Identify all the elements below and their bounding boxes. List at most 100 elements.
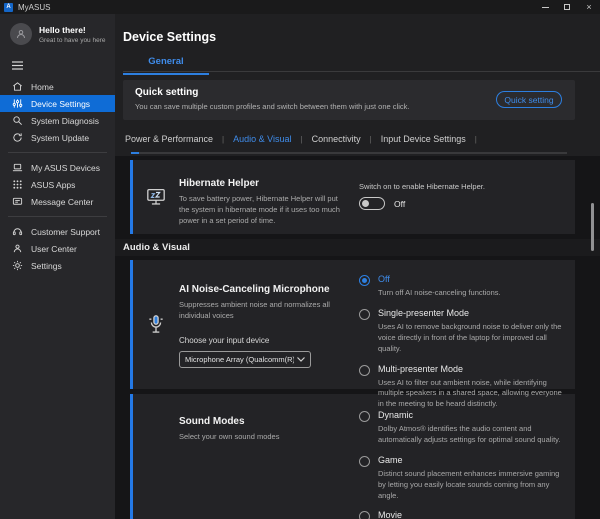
sidebar-item-label: Customer Support <box>31 227 100 237</box>
sidebar-item-label: Device Settings <box>31 99 90 109</box>
tab-pipe: | <box>301 135 303 144</box>
laptop-icon <box>12 162 23 173</box>
radio-label: Off <box>378 274 501 284</box>
asus-logo-icon: A <box>4 3 13 12</box>
minimize-button[interactable] <box>534 0 556 14</box>
radio-icon <box>359 511 370 519</box>
radio-label: Single-presenter Mode <box>378 308 565 318</box>
sidebar-item-label: Message Center <box>31 197 93 207</box>
quick-setting-card: Quick setting You can save multiple cust… <box>123 80 575 120</box>
gear-icon <box>12 260 23 271</box>
hibernate-switch-hint: Switch on to enable Hibernate Helper. <box>359 182 565 191</box>
input-device-dropdown[interactable]: Microphone Array (Qualcomm(R) <box>179 351 311 368</box>
sidebar-item-customer-support[interactable]: Customer Support <box>0 223 115 240</box>
radio-description: Turn off AI noise-canceling functions. <box>378 288 501 299</box>
sidebar-item-settings[interactable]: Settings <box>0 257 115 274</box>
sidebar-item-label: System Diagnosis <box>31 116 99 126</box>
hibernate-helper-card: Hibernate Helper To save battery power, … <box>130 160 575 234</box>
sidebar-item-label: ASUS Apps <box>31 180 75 190</box>
person-icon <box>12 243 23 254</box>
settings-scroll-region: Hibernate Helper To save battery power, … <box>115 156 600 519</box>
input-device-label: Choose your input device <box>179 336 345 345</box>
diagnosis-icon <box>12 115 23 126</box>
sidebar-item-label: My ASUS Devices <box>31 163 100 173</box>
page-title: Device Settings <box>123 30 216 44</box>
sound-option-movie[interactable]: Movie Virtual surround sound and dialogu… <box>359 510 565 519</box>
sidebar-item-label: Settings <box>31 261 62 271</box>
settings-tab-bar: Power & Performance | Audio & Visual | C… <box>123 134 484 144</box>
tab-pipe: | <box>222 135 224 144</box>
sound-option-dynamic[interactable]: Dynamic Dolby Atmos® identifies the audi… <box>359 410 565 446</box>
microphone-icon <box>146 314 166 336</box>
toggle-knob <box>362 200 369 207</box>
sidebar-item-asus-apps[interactable]: ASUS Apps <box>0 176 115 193</box>
vertical-scrollbar-thumb[interactable] <box>591 203 594 251</box>
radio-icon <box>359 365 370 376</box>
radio-description: Uses AI to remove background noise to de… <box>378 322 565 355</box>
headset-icon <box>12 226 23 237</box>
quick-setting-button[interactable]: Quick setting <box>496 91 562 108</box>
sidebar-item-message-center[interactable]: Message Center <box>0 193 115 210</box>
hibernate-description: To save battery power, Hibernate Helper … <box>179 194 345 227</box>
sound-modes-subtitle: Select your own sound modes <box>179 432 345 443</box>
horizontal-scrollbar[interactable] <box>131 152 567 154</box>
sound-modes-title: Sound Modes <box>179 416 345 427</box>
tab-pipe: | <box>370 135 372 144</box>
sound-option-game[interactable]: Game Distinct sound placement enhances i… <box>359 455 565 502</box>
user-profile[interactable]: Hello there! Great to have you here <box>0 14 115 53</box>
radio-label: Game <box>378 455 565 465</box>
radio-label: Movie <box>378 510 565 519</box>
sidebar-item-user-center[interactable]: User Center <box>0 240 115 257</box>
maximize-icon <box>564 4 570 10</box>
hamburger-button[interactable] <box>0 53 30 76</box>
hamburger-icon <box>12 61 23 70</box>
sidebar-item-label: System Update <box>31 133 89 143</box>
hibernate-title: Hibernate Helper <box>179 178 345 189</box>
horizontal-scrollbar-thumb[interactable] <box>131 152 139 154</box>
person-icon <box>15 28 27 40</box>
update-icon <box>12 132 23 143</box>
sidebar-item-system-diagnosis[interactable]: System Diagnosis <box>0 112 115 129</box>
radio-description: Distinct sound placement enhances immers… <box>378 469 565 502</box>
sidebar-divider <box>8 216 107 217</box>
main-content: Device Settings General Quick setting Yo… <box>115 14 600 519</box>
sidebar-item-my-asus-devices[interactable]: My ASUS Devices <box>0 159 115 176</box>
tab-pipe: | <box>475 135 477 144</box>
sidebar-item-device-settings[interactable]: Device Settings <box>0 95 115 112</box>
chevron-down-icon <box>297 357 305 362</box>
radio-icon <box>359 309 370 320</box>
radio-icon <box>359 456 370 467</box>
radio-selected-icon <box>359 275 370 286</box>
tab-general[interactable]: General <box>123 56 209 75</box>
mic-subtitle: Suppresses ambient noise and normalizes … <box>179 300 345 322</box>
tab-audio-visual[interactable]: Audio & Visual <box>231 134 293 144</box>
radio-description: Dolby Atmos® identifies the audio conten… <box>378 424 565 446</box>
hibernate-monitor-icon <box>146 188 166 206</box>
titlebar: A MyASUS × <box>0 0 600 14</box>
radio-label: Multi-presenter Mode <box>378 364 565 374</box>
tab-input-device-settings[interactable]: Input Device Settings <box>379 134 468 144</box>
sidebar-item-label: User Center <box>31 244 77 254</box>
greeting-title: Hello there! <box>39 25 106 35</box>
sidebar: Hello there! Great to have you here Home… <box>0 14 115 519</box>
section-header-audio-visual: Audio & Visual <box>115 239 600 256</box>
hibernate-toggle[interactable] <box>359 197 385 210</box>
sidebar-divider <box>8 152 107 153</box>
mic-option-off[interactable]: Off Turn off AI noise-canceling function… <box>359 274 565 299</box>
app-title: MyASUS <box>18 3 50 12</box>
minimize-icon <box>542 7 549 8</box>
home-icon <box>12 81 23 92</box>
tab-power-performance[interactable]: Power & Performance <box>123 134 215 144</box>
close-button[interactable]: × <box>578 0 600 14</box>
mic-option-single-presenter[interactable]: Single-presenter Mode Uses AI to remove … <box>359 308 565 355</box>
input-device-value: Microphone Array (Qualcomm(R) <box>185 355 294 364</box>
mic-title: AI Noise-Canceling Microphone <box>179 284 345 295</box>
sound-modes-card: Sound Modes Select your own sound modes … <box>130 394 575 519</box>
sidebar-item-home[interactable]: Home <box>0 78 115 95</box>
hibernate-toggle-state: Off <box>394 199 405 209</box>
maximize-button[interactable] <box>556 0 578 14</box>
radio-icon <box>359 411 370 422</box>
tab-connectivity[interactable]: Connectivity <box>310 134 363 144</box>
sidebar-item-system-update[interactable]: System Update <box>0 129 115 146</box>
radio-label: Dynamic <box>378 410 565 420</box>
